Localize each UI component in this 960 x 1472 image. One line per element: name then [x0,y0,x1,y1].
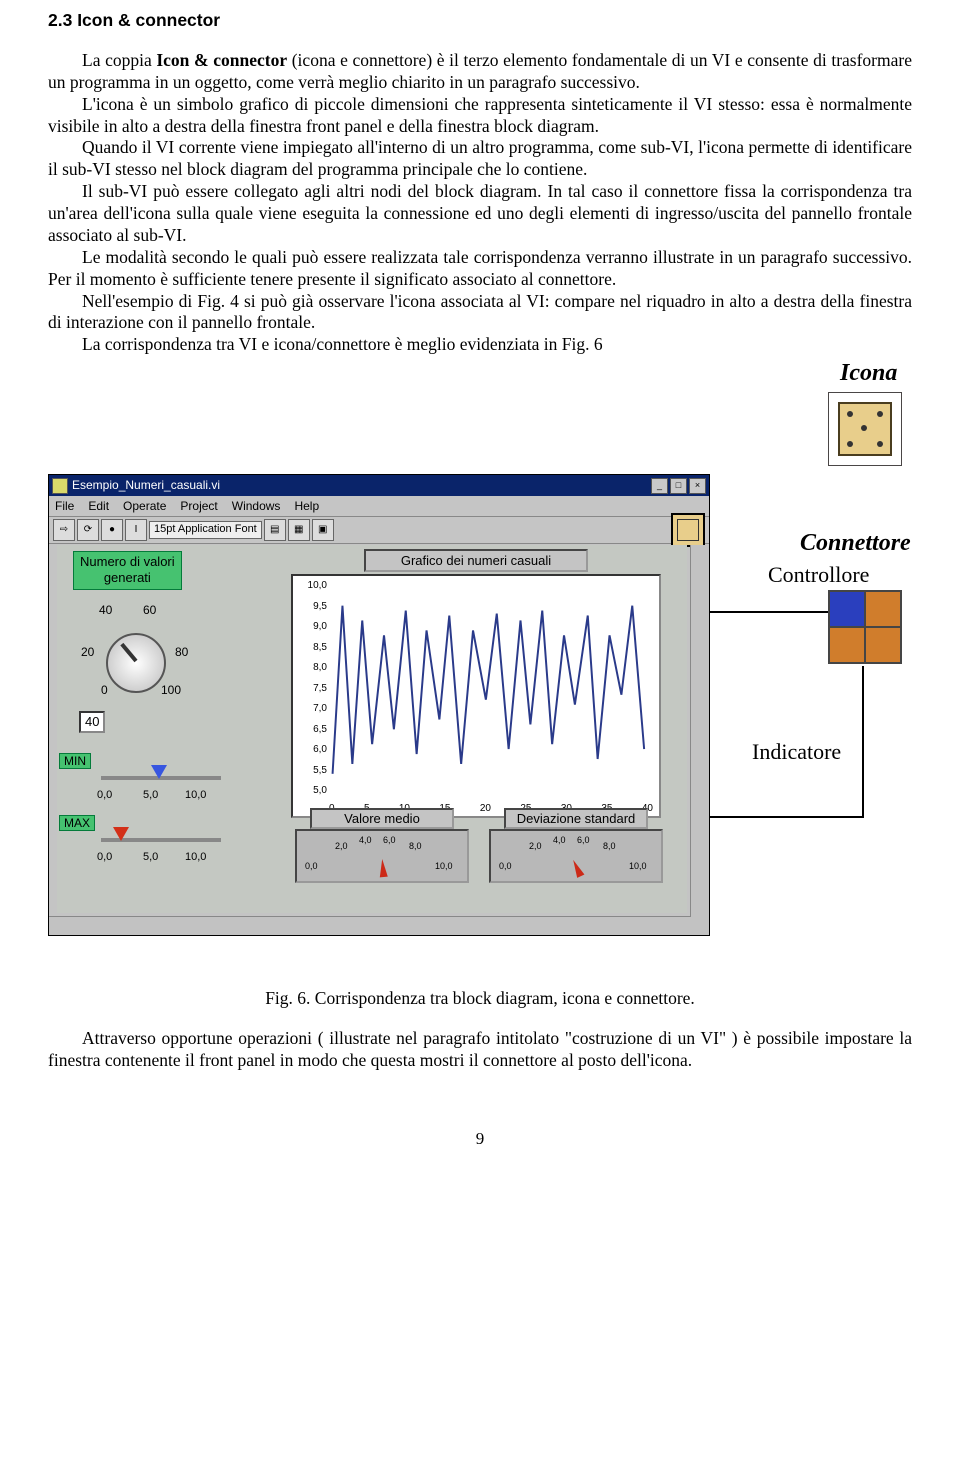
gauge-mean-label: Valore medio [310,808,454,829]
figure-caption: Fig. 6. Corrispondenza tra block diagram… [48,988,912,1010]
max-label: MAX [59,815,95,831]
connector-pane-cell [865,627,901,663]
tick: 5,0 [143,789,158,803]
abort-button[interactable]: ● [101,519,123,541]
section-heading: 2.3 Icon & connector [48,10,912,32]
menu-project[interactable]: Project [180,499,217,514]
vi-icon-small[interactable] [671,513,705,547]
t: La coppia [82,50,156,70]
arrow-indicatore-v [862,666,864,818]
menu-windows[interactable]: Windows [232,499,281,514]
gauge-std-label: Deviazione standard [504,808,648,829]
connector-pane-cell [865,591,901,627]
para-3: Quando il VI corrente viene impiegato al… [48,137,912,181]
gauge-mean: 0,0 2,0 4,0 6,0 8,0 10,0 [295,829,469,883]
connector-pane-cell [829,627,865,663]
knob-caption: Numero di valori generati [73,551,182,590]
connector-pane [828,590,902,664]
indicatore-label: Indicatore [752,738,841,766]
page-number: 9 [48,1128,912,1149]
chart-line-icon [293,576,659,813]
knob-tick-60: 60 [143,603,156,618]
para-1: La coppia Icon & connector (icona e conn… [48,50,912,94]
menu-operate[interactable]: Operate [123,499,166,514]
gauge-needle-icon [378,859,388,878]
gauge-std-wrap: Deviazione standard 0,0 2,0 4,0 6,0 8,0 … [489,831,663,883]
knob-tick-20: 20 [81,645,94,660]
tick: 0,0 [97,789,112,803]
para-6: Nell'esempio di Fig. 4 si può già osserv… [48,291,912,335]
minimize-button[interactable]: _ [651,478,668,494]
knob-tick-0: 0 [101,683,108,698]
front-panel: Numero di valori generati 0 20 40 60 80 … [57,545,687,913]
close-button[interactable]: × [689,478,706,494]
para-7: La corrispondenza tra VI e icona/connett… [48,334,912,356]
knob-tick-100: 100 [161,683,181,698]
para-2: L'icona è un simbolo grafico di piccole … [48,94,912,138]
knob-tick-80: 80 [175,645,188,660]
tick: 10,0 [185,789,206,803]
die-icon [838,402,892,456]
maximize-button[interactable]: □ [670,478,687,494]
connettore-label: Connettore [800,528,911,558]
menu-bar: File Edit Operate Project Windows Help [49,496,709,516]
random-chart: Grafico dei numeri casuali 10,09,59,08,5… [291,549,661,818]
menu-edit[interactable]: Edit [88,499,109,514]
para-5: Le modalità secondo le quali può essere … [48,247,912,291]
gauge-std: 0,0 2,0 4,0 6,0 8,0 10,0 [489,829,663,883]
pause-button[interactable]: ‖ [125,519,147,541]
min-slider[interactable] [101,771,221,785]
menu-help[interactable]: Help [294,499,319,514]
tick: 0,0 [97,851,112,865]
run-cont-button[interactable]: ⟳ [77,519,99,541]
gauge-needle-icon [570,858,585,878]
controllore-label: Controllore [768,561,869,589]
align-button[interactable]: ▤ [264,519,286,541]
vertical-scrollbar[interactable] [690,545,709,935]
menu-file[interactable]: File [55,499,74,514]
labview-window: Esempio_Numeri_casuali.vi _ □ × File Edi… [48,474,710,936]
reorder-button[interactable]: ▣ [312,519,334,541]
title-bar: Esempio_Numeri_casuali.vi _ □ × [49,475,709,496]
connector-pane-input [829,591,865,627]
window-title: Esempio_Numeri_casuali.vi [72,478,220,493]
vi-icon-box [828,392,902,466]
max-slider[interactable] [101,833,221,847]
window-icon [52,478,68,494]
chart-title: Grafico dei numeri casuali [364,549,588,572]
toolbar: ⇨ ⟳ ● ‖ 15pt Application Font ▤ ▦ ▣ [49,516,709,544]
para-after-figure: Attraverso opportune operazioni ( illust… [48,1028,912,1072]
t-bold: Icon & connector [156,50,287,70]
gauge-mean-wrap: Valore medio 0,0 2,0 4,0 6,0 8,0 10,0 [295,831,469,883]
tick: 5,0 [143,851,158,865]
knob-value-box[interactable]: 40 [79,711,105,733]
font-selector[interactable]: 15pt Application Font [149,521,262,539]
run-button[interactable]: ⇨ [53,519,75,541]
icona-label: Icona [840,358,897,388]
min-label: MIN [59,753,91,769]
chart-plot-area: 10,09,59,08,58,07,57,06,56,05,55,0 05101… [291,574,661,818]
para-4: Il sub-VI può essere collegato agli altr… [48,181,912,247]
distribute-button[interactable]: ▦ [288,519,310,541]
tick: 10,0 [185,851,206,865]
knob-tick-40: 40 [99,603,112,618]
horizontal-scrollbar[interactable] [49,916,691,935]
figure-6: Icona Connettore Controllore Indicatore [48,390,912,970]
